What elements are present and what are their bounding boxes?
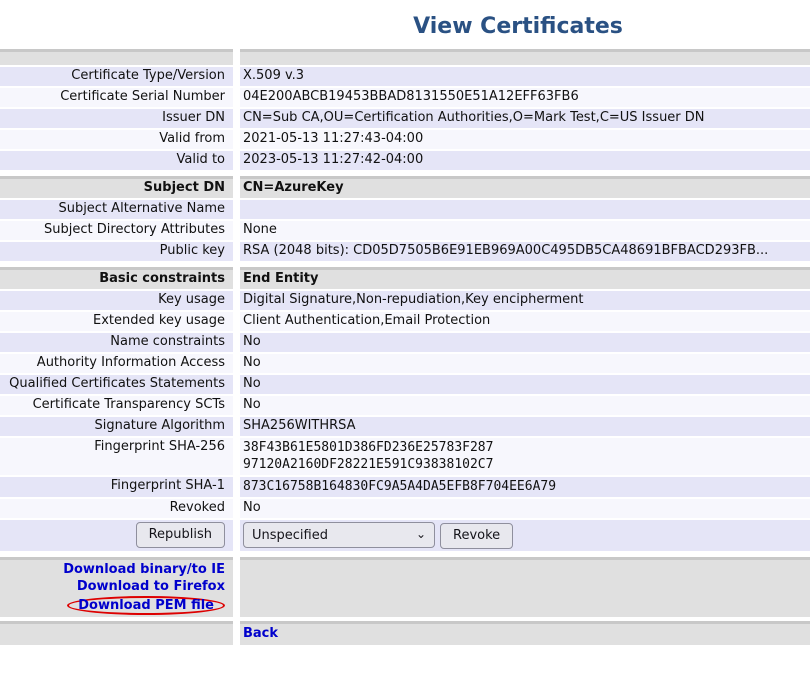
section-header-row: Subject DN CN=AzureKey: [0, 176, 810, 198]
row-label: Revoked: [0, 499, 233, 518]
row-value: CN=AzureKey: [240, 176, 810, 198]
table-row: Key usage Digital Signature,Non-repudiati…: [0, 291, 810, 310]
back-empty-cell: [0, 621, 233, 645]
row-value: No: [240, 396, 810, 415]
revocation-reason-select[interactable]: Unspecified: [243, 522, 435, 548]
download-firefox-link[interactable]: Download to Firefox: [4, 578, 225, 595]
row-label: Issuer DN: [0, 109, 233, 128]
row-value: 04E200ABCB19453BBAD8131550E51A12EFF63FB6: [240, 88, 810, 107]
table-row: Subject Alternative Name: [0, 200, 810, 219]
table-row: Fingerprint SHA-25638F43B61E5801D386FD23…: [0, 438, 810, 475]
table-row: Fingerprint SHA-1 873C16758B164830FC9A5A4…: [0, 477, 810, 497]
page-title: View Certificates: [0, 13, 810, 40]
download-binary-ie-link[interactable]: Download binary/to IE: [4, 561, 225, 578]
red-ellipse-annotation: Download PEM file: [67, 596, 225, 615]
table-row: Valid to 2023-05-13 11:27:42-04:00: [0, 151, 810, 170]
back-link[interactable]: Back: [243, 626, 278, 641]
row-label: Valid to: [0, 151, 233, 170]
row-label: Signature Algorithm: [0, 417, 233, 436]
certificate-table: Certificate Type/VersionX.509 v.3Certifi…: [0, 49, 810, 645]
row-value: End Entity: [240, 267, 810, 289]
table-row: Valid from 2021-05-13 11:27:43-04:00: [0, 130, 810, 149]
back-cell: Back: [240, 621, 810, 645]
row-value: CN=Sub CA,OU=Certification Authorities,O…: [240, 109, 810, 128]
table-row: Extended key usage Client Authentication,…: [0, 312, 810, 331]
row-label: Fingerprint SHA-1: [0, 477, 233, 497]
row-value: 2023-05-13 11:27:42-04:00: [240, 151, 810, 170]
row-label: Subject Directory Attributes: [0, 221, 233, 240]
row-label: Fingerprint SHA-256: [0, 438, 233, 475]
row-value: X.509 v.3: [240, 67, 810, 86]
row-value: RSA (2048 bits): CD05D7505B6E91EB969A00C…: [240, 242, 810, 261]
row-label: Valid from: [0, 130, 233, 149]
table-row: Authority Information Access No: [0, 354, 810, 373]
row-value: No: [240, 375, 810, 394]
table-row: Name constraints No: [0, 333, 810, 352]
section-header-row: Basic constraints End Entity: [0, 267, 810, 289]
row-value: None: [240, 221, 810, 240]
revocation-reason-select-wrap: Unspecified ⌄: [243, 522, 435, 548]
certificate-rows: Certificate Type/VersionX.509 v.3Certifi…: [0, 49, 810, 518]
table-row: Certificate Type/Version X.509 v.3: [0, 67, 810, 86]
back-row: Back: [0, 621, 810, 645]
row-value: No: [240, 333, 810, 352]
downloads-empty-cell: [240, 557, 810, 617]
row-label: Certificate Type/Version: [0, 67, 233, 86]
row-value: SHA256WITHRSA: [240, 417, 810, 436]
row-value: 2021-05-13 11:27:43-04:00: [240, 130, 810, 149]
table-row: Subject Directory Attributes None: [0, 221, 810, 240]
row-value: 38F43B61E5801D386FD236E25783F28797120A21…: [240, 438, 810, 475]
row-value: Client Authentication,Email Protection: [240, 312, 810, 331]
row-value: 873C16758B164830FC9A5A4DA5EFB8F704EE6A79: [240, 477, 810, 497]
actions-row: Republish Unspecified ⌄ Revoke: [0, 520, 810, 551]
table-row: Revoked No: [0, 499, 810, 518]
row-value: No: [240, 499, 810, 518]
table-row: Qualified Certificates Statements No: [0, 375, 810, 394]
table-row: Signature Algorithm SHA256WITHRSA: [0, 417, 810, 436]
republish-button[interactable]: Republish: [136, 522, 225, 548]
table-row: Certificate Transparency SCTs No: [0, 396, 810, 415]
row-value: No: [240, 354, 810, 373]
row-value: [240, 200, 810, 219]
table-header-row: [0, 49, 810, 65]
row-label: Basic constraints: [0, 267, 233, 289]
revoke-button[interactable]: Revoke: [440, 523, 513, 549]
row-label: Public key: [0, 242, 233, 261]
row-label: Name constraints: [0, 333, 233, 352]
row-label: Extended key usage: [0, 312, 233, 331]
row-label: Certificate Transparency SCTs: [0, 396, 233, 415]
row-label: Qualified Certificates Statements: [0, 375, 233, 394]
republish-cell: Republish: [0, 520, 233, 551]
row-value: [240, 49, 810, 65]
download-pem-link[interactable]: Download PEM file: [78, 598, 214, 613]
table-row: Issuer DN CN=Sub CA,OU=Certification Auth…: [0, 109, 810, 128]
row-label: Subject DN: [0, 176, 233, 198]
row-label: Key usage: [0, 291, 233, 310]
row-label: Certificate Serial Number: [0, 88, 233, 107]
download-links-cell: Download binary/to IE Download to Firefo…: [0, 557, 233, 617]
table-row: Public key RSA (2048 bits): CD05D7505B6E9…: [0, 242, 810, 261]
revoke-cell: Unspecified ⌄ Revoke: [240, 520, 810, 551]
downloads-row: Download binary/to IE Download to Firefo…: [0, 557, 810, 617]
row-label: [0, 49, 233, 65]
row-label: Subject Alternative Name: [0, 200, 233, 219]
row-value: Digital Signature,Non-repudiation,Key en…: [240, 291, 810, 310]
row-label: Authority Information Access: [0, 354, 233, 373]
table-row: Certificate Serial Number 04E200ABCB19453…: [0, 88, 810, 107]
